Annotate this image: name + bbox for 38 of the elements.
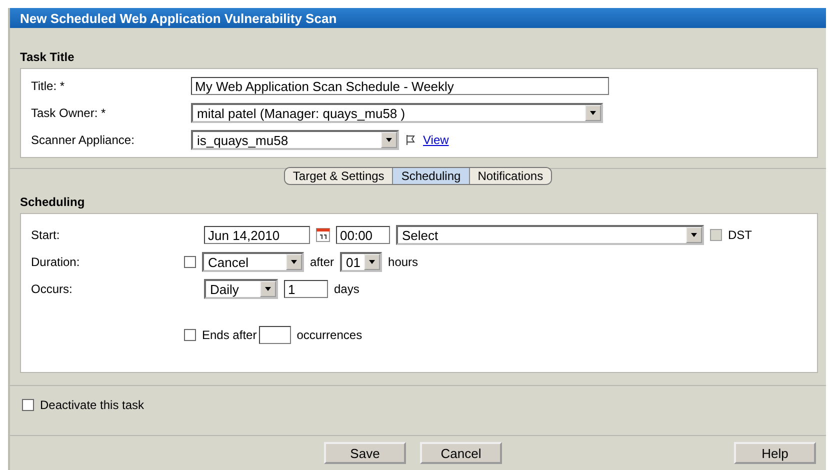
- after-label: after: [310, 255, 334, 269]
- dropdown[interactable]: mital patel (Manager: quays_mu58 ): [191, 103, 603, 123]
- hours-dropdown[interactable]: 01: [340, 252, 382, 272]
- field-label: Scanner Appliance:: [31, 133, 136, 147]
- occurrences-label: occurrences: [296, 328, 362, 342]
- tab[interactable]: Scheduling: [393, 168, 470, 184]
- dropdown[interactable]: is_quays_mu58: [191, 130, 399, 150]
- calendar-icon[interactable]: [316, 228, 330, 242]
- dst-label: DST: [728, 228, 752, 242]
- field-label: Title: *: [31, 79, 66, 93]
- field-label: Duration:: [31, 255, 81, 269]
- title-input[interactable]: My Web Application Scan Schedule - Weekly: [191, 77, 609, 95]
- window-title: New Scheduled Web Application Vulnerability Scan: [10, 8, 826, 28]
- time-input[interactable]: 00:00: [336, 226, 390, 244]
- date-input[interactable]: Jun 14,2010: [204, 226, 310, 244]
- section-heading: Task Title: [19, 50, 76, 66]
- deactivate-label: Deactivate this task: [40, 398, 144, 412]
- help-button[interactable]: Help: [734, 442, 816, 464]
- days-label: days: [334, 282, 360, 296]
- tab[interactable]: Target & Settings: [284, 168, 394, 184]
- field-label: Task Owner: *: [31, 106, 107, 120]
- section-heading: Scheduling: [19, 195, 86, 211]
- hours-label: hours: [388, 255, 418, 269]
- checkbox[interactable]: [184, 329, 196, 341]
- footer-button[interactable]: Cancel: [420, 442, 502, 464]
- timezone-dropdown[interactable]: Select: [396, 225, 704, 245]
- footer-button[interactable]: Save: [324, 442, 406, 464]
- checkbox[interactable]: [184, 256, 196, 268]
- ends-after-label: Ends after: [202, 328, 257, 342]
- action-dropdown[interactable]: Cancel: [202, 252, 304, 272]
- field-label: Start:: [31, 228, 61, 242]
- field-label: Occurs:: [31, 282, 74, 296]
- interval-input[interactable]: 1: [284, 280, 328, 298]
- frequency-dropdown[interactable]: Daily: [204, 279, 278, 299]
- view-link[interactable]: View: [423, 133, 449, 147]
- flag-icon: [405, 134, 417, 146]
- checkbox[interactable]: [22, 399, 34, 411]
- occurrences-input[interactable]: [258, 326, 291, 344]
